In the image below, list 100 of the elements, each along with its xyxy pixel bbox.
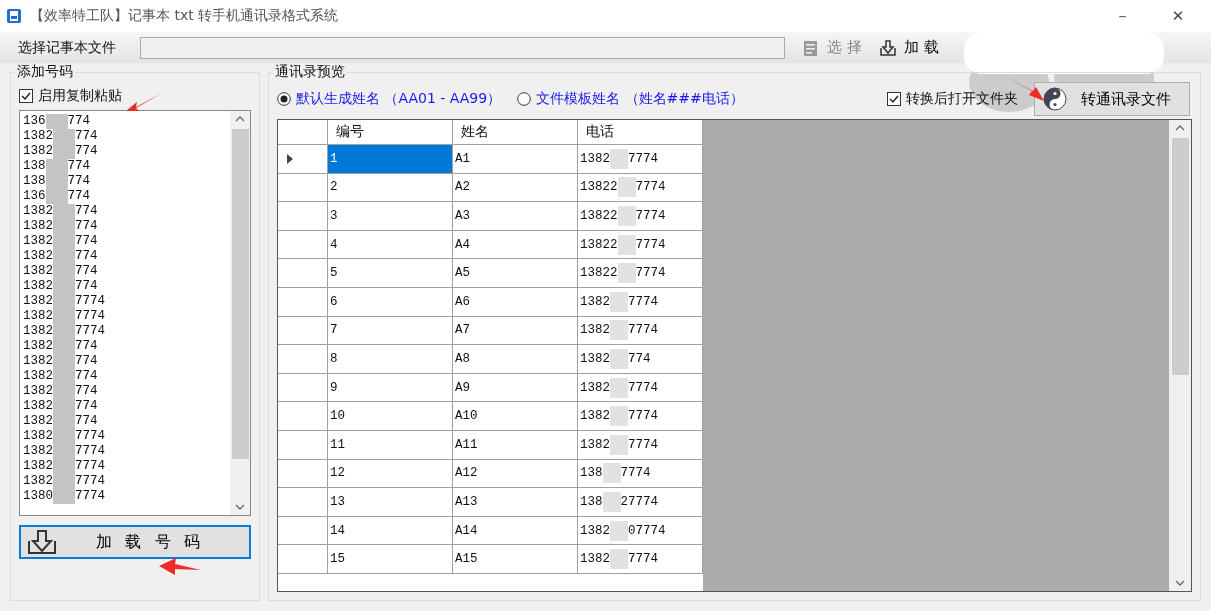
- phone-line: 138 774: [23, 159, 92, 174]
- table-cell: 12: [328, 459, 453, 488]
- checkbox-label: 转换后打开文件夹: [906, 90, 1018, 108]
- numbers-textarea[interactable]: [19, 110, 251, 516]
- phone-line: 1382 774: [23, 279, 99, 294]
- phone-line: 1382 774: [23, 414, 99, 429]
- table-cell: 9: [328, 373, 453, 402]
- table-cell: 13822 7774: [578, 259, 703, 287]
- table-cell: 1382 7774: [578, 373, 703, 402]
- checkbox[interactable]: [887, 92, 901, 106]
- scroll-up-icon[interactable]: [1175, 125, 1185, 131]
- table-cell: A2: [453, 173, 578, 202]
- scroll-down-icon[interactable]: [235, 504, 245, 510]
- phone-line: 1382 774: [23, 369, 99, 384]
- table-cell: 1382 7774: [578, 145, 703, 173]
- close-button[interactable]: ✕: [1155, 7, 1201, 25]
- table-cell: 5: [328, 259, 453, 287]
- table-cell: 10: [328, 402, 453, 430]
- table-cell: A8: [453, 345, 578, 373]
- phone-line: 1382 774: [23, 234, 99, 249]
- download-icon: [877, 37, 898, 58]
- scroll-up-icon[interactable]: [235, 116, 245, 122]
- table-cell: 1382 07774: [578, 516, 703, 545]
- table-cell: A11: [453, 430, 578, 459]
- column-header[interactable]: 姓名: [453, 120, 578, 144]
- table-cell: A3: [453, 202, 578, 230]
- table-cell: 3: [328, 202, 453, 230]
- table-cell: 13: [328, 488, 453, 516]
- download-icon: [27, 529, 57, 555]
- file-label: 选择记事本文件: [18, 38, 117, 57]
- row-pointer-icon: [287, 153, 293, 164]
- radio-label: 默认生成姓名 （AA01 - AA99）: [296, 90, 502, 108]
- table-cell: 14: [328, 516, 453, 545]
- phone-line: 136 774: [23, 114, 92, 129]
- minimize-button[interactable]: －: [1099, 6, 1145, 26]
- table-cell: 138 27774: [578, 488, 703, 516]
- table-cell: A4: [453, 230, 578, 259]
- phone-line: 1382 7774: [23, 309, 107, 324]
- checkbox-label: 启用复制粘贴: [38, 87, 122, 105]
- table-cell: 1382 7774: [578, 316, 703, 345]
- table-cell: 1382 774: [578, 345, 703, 373]
- phone-line: 1382 7774: [23, 459, 107, 474]
- table-cell: 13822 7774: [578, 173, 703, 202]
- table-cell: 6: [328, 287, 453, 316]
- table-cell: A7: [453, 316, 578, 345]
- phone-line: 1382 774: [23, 399, 99, 414]
- scroll-down-icon[interactable]: [1175, 580, 1185, 586]
- app-icon: [6, 8, 22, 24]
- table-cell: 1382 7774: [578, 430, 703, 459]
- radio-button[interactable]: [517, 92, 532, 106]
- phone-line: 1382 774: [23, 204, 99, 219]
- phone-line: 1382 774: [23, 144, 99, 159]
- phone-line: 1382 7774: [23, 474, 107, 489]
- table-cell: A5: [453, 259, 578, 287]
- checkbox[interactable]: [19, 89, 33, 103]
- table-cell: A13: [453, 488, 578, 516]
- phone-line: 1382 774: [23, 264, 99, 279]
- table-cell: A6: [453, 287, 578, 316]
- table-cell: 138 7774: [578, 459, 703, 488]
- phone-line: 1382 7774: [23, 324, 107, 339]
- table-cell: 15: [328, 545, 453, 573]
- table-cell: A12: [453, 459, 578, 488]
- load-button[interactable]: 加 载: [869, 37, 947, 58]
- phone-line: 138 774: [23, 174, 92, 189]
- table-cell: 8: [328, 345, 453, 373]
- table-cell: 1382 7774: [578, 287, 703, 316]
- table-cell: 13822 7774: [578, 202, 703, 230]
- table-cell: A15: [453, 545, 578, 573]
- column-header[interactable]: 电话: [578, 120, 703, 144]
- table-cell: 11: [328, 430, 453, 459]
- phone-line: 1380 7774: [23, 489, 107, 504]
- yin-yang-icon: [1043, 87, 1067, 111]
- phone-line: 1382 774: [23, 384, 99, 399]
- column-header[interactable]: 编号: [328, 120, 453, 144]
- phone-line: 1382 774: [23, 129, 99, 144]
- scrollbar[interactable]: [230, 111, 250, 515]
- phone-line: 1382 774: [23, 354, 99, 369]
- group-title: 通讯录预览: [274, 63, 346, 81]
- load-numbers-button[interactable]: 加 载 号 码: [19, 525, 251, 559]
- convert-button[interactable]: 转通讯录文件: [1034, 82, 1190, 116]
- phone-line: 1382 7774: [23, 444, 107, 459]
- file-path-field[interactable]: [140, 36, 785, 59]
- phone-line: 1382 774: [23, 219, 99, 234]
- table-cell: A1: [453, 145, 578, 173]
- table-cell: 1: [328, 145, 453, 173]
- radio-label: 文件模板姓名 （姓名###电话）: [536, 90, 744, 108]
- group-title: 添加号码: [16, 63, 74, 81]
- table-cell: 13822 7774: [578, 230, 703, 259]
- phone-line: 1382 774: [23, 339, 99, 354]
- radio-button[interactable]: [277, 92, 291, 106]
- table-cell: A14: [453, 516, 578, 545]
- table-cell: A10: [453, 402, 578, 430]
- table-cell: A9: [453, 373, 578, 402]
- table-cell: 2: [328, 173, 453, 202]
- window-title: 【效率特工队】记事本 txt 转手机通讯录格式系统: [30, 7, 340, 25]
- phone-line: 136 774: [23, 189, 92, 204]
- table-cell: 4: [328, 230, 453, 259]
- phone-line: 1382 7774: [23, 429, 107, 444]
- scrollbar[interactable]: [1169, 120, 1191, 591]
- table-cell: 1382 7774: [578, 402, 703, 430]
